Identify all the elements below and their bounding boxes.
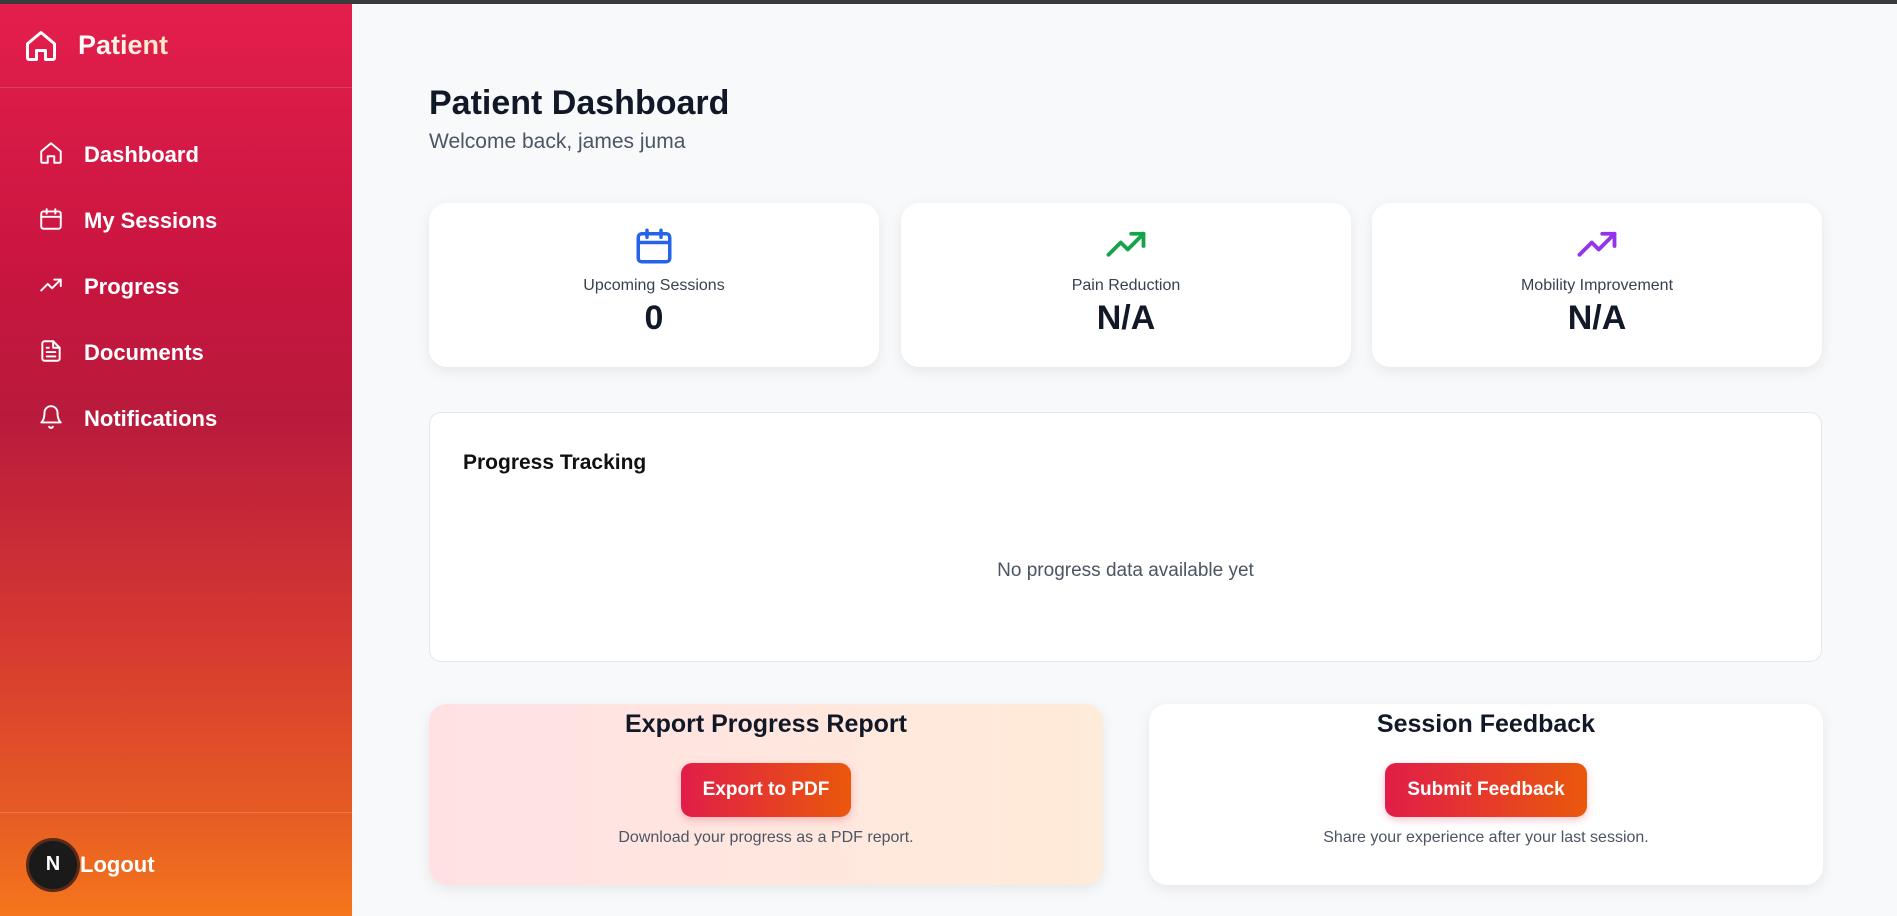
sidebar-item-label: Progress <box>84 274 180 299</box>
sidebar-item-my-sessions[interactable]: My Sessions <box>38 188 352 254</box>
sidebar-item-documents[interactable]: Documents <box>38 320 352 386</box>
export-pdf-button[interactable]: Export to PDF <box>680 763 852 817</box>
stat-value: N/A <box>1096 299 1156 337</box>
feedback-title: Session Feedback <box>1376 710 1596 738</box>
logout-button[interactable]: N Logout <box>0 812 352 916</box>
stat-label: Pain Reduction <box>1071 277 1181 294</box>
progress-title: Progress Tracking <box>463 451 647 474</box>
calendar-icon <box>633 225 675 267</box>
main-content: Patient Dashboard Welcome back, james ju… <box>352 4 1897 916</box>
sidebar-nav: Dashboard My Sessions Progress Documents… <box>0 88 352 452</box>
trending-up-icon <box>1576 225 1618 267</box>
page-title: Patient Dashboard <box>429 84 730 122</box>
avatar[interactable]: N <box>26 837 80 892</box>
export-report-card: Export Progress Report Export to PDF Dow… <box>429 704 1103 885</box>
home-icon <box>38 140 64 171</box>
logout-label: Logout <box>80 851 155 877</box>
stat-label: Mobility Improvement <box>1520 277 1674 294</box>
sidebar-item-label: Dashboard <box>84 142 199 167</box>
submit-feedback-button[interactable]: Submit Feedback <box>1385 763 1587 817</box>
sidebar-brand[interactable]: Patient <box>0 4 352 88</box>
progress-empty-message: No progress data available yet <box>997 560 1254 581</box>
welcome-message: Welcome back, james juma <box>429 130 686 153</box>
document-icon <box>38 338 64 369</box>
sidebar-item-dashboard[interactable]: Dashboard <box>38 122 352 188</box>
trending-up-icon <box>38 272 64 303</box>
export-note: Download your progress as a PDF report. <box>618 829 914 846</box>
stat-card-pain-reduction: Pain Reduction N/A <box>901 203 1351 367</box>
bell-icon <box>38 404 64 435</box>
sidebar: Patient Dashboard My Sessions Progress D… <box>0 4 352 916</box>
session-feedback-card: Session Feedback Submit Feedback Share y… <box>1149 704 1823 885</box>
stat-label: Upcoming Sessions <box>583 277 725 294</box>
sidebar-item-label: Notifications <box>84 406 218 431</box>
sidebar-item-progress[interactable]: Progress <box>38 254 352 320</box>
export-title: Export Progress Report <box>624 710 907 738</box>
sidebar-item-label: Documents <box>84 340 204 365</box>
brand-title: Patient <box>78 30 169 60</box>
sidebar-item-label: My Sessions <box>84 208 218 233</box>
home-icon <box>22 27 60 65</box>
trending-up-icon <box>1105 225 1147 267</box>
stat-value: N/A <box>1567 299 1627 337</box>
feedback-note: Share your experience after your last se… <box>1323 829 1649 846</box>
calendar-icon <box>38 206 64 237</box>
stat-card-mobility-improvement: Mobility Improvement N/A <box>1372 203 1822 367</box>
stat-card-upcoming-sessions: Upcoming Sessions 0 <box>429 203 879 367</box>
sidebar-item-notifications[interactable]: Notifications <box>38 386 352 452</box>
stat-value: 0 <box>644 299 664 337</box>
top-border <box>0 0 1897 4</box>
progress-tracking-card: Progress Tracking No progress data avail… <box>429 412 1822 662</box>
